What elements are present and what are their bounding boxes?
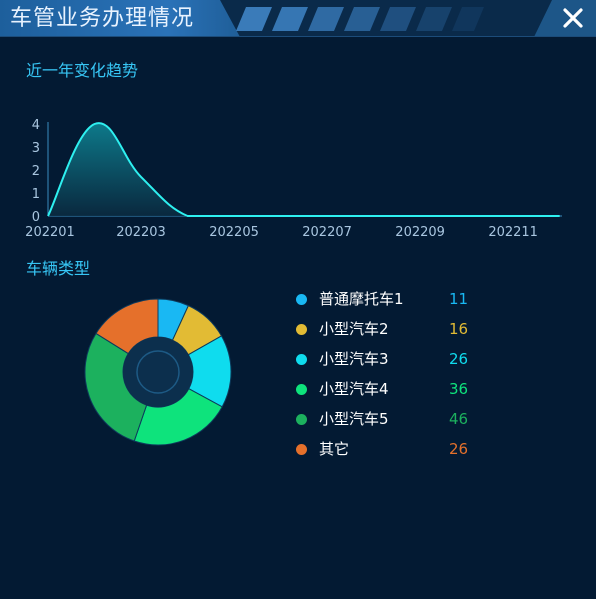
legend-swatch <box>296 324 307 335</box>
y-tick-label: 3 <box>32 141 40 156</box>
legend-swatch <box>296 414 307 425</box>
y-tick-label: 0 <box>32 210 40 225</box>
legend-item[interactable]: 小型汽车3 26 <box>296 349 496 379</box>
legend-label: 小型汽车5 <box>319 410 389 428</box>
legend-value: 46 <box>449 410 469 428</box>
legend-value: 26 <box>449 350 469 368</box>
trend-section-title: 近一年变化趋势 <box>26 61 139 80</box>
legend-value: 16 <box>449 320 469 338</box>
legend-label: 小型汽车4 <box>319 380 389 398</box>
trend-area <box>48 123 560 216</box>
x-tick-label: 202201 <box>25 225 75 240</box>
legend-item[interactable]: 其它 26 <box>296 439 496 469</box>
y-tick-label: 1 <box>32 187 40 202</box>
legend-label: 其它 <box>319 440 350 458</box>
panel-title: 车管业务办理情况 <box>10 6 195 31</box>
legend-value: 11 <box>449 290 469 308</box>
x-tick-label: 202209 <box>395 225 445 240</box>
business-panel: 车管业务办理情况 近一年变化趋势 0 1 2 3 4 202201 202203 202205… <box>0 0 596 599</box>
vehicle-type-legend: 普通摩托车1 11 小型汽车2 16 小型汽车3 26 小型汽车4 36 小型汽… <box>296 289 496 469</box>
legend-swatch <box>296 354 307 365</box>
y-tick-label: 4 <box>32 118 40 133</box>
y-tick-label: 2 <box>32 164 40 179</box>
legend-label: 小型汽车3 <box>319 350 389 368</box>
legend-item[interactable]: 小型汽车4 36 <box>296 379 496 409</box>
donut-hole <box>123 337 193 407</box>
close-icon[interactable] <box>558 3 588 33</box>
legend-label: 小型汽车2 <box>319 320 389 338</box>
legend-item[interactable]: 小型汽车5 46 <box>296 409 496 439</box>
vehicle-type-donut-chart <box>84 298 232 446</box>
x-tick-label: 202203 <box>116 225 166 240</box>
close-button[interactable] <box>534 0 596 37</box>
legend-label: 普通摩托车1 <box>319 290 404 308</box>
panel-header: 车管业务办理情况 <box>0 0 596 37</box>
legend-swatch <box>296 294 307 305</box>
x-tick-label: 202205 <box>209 225 259 240</box>
x-tick-label: 202207 <box>302 225 352 240</box>
legend-swatch <box>296 384 307 395</box>
stripes-decoration <box>236 7 484 31</box>
vehicle-type-section-title: 车辆类型 <box>26 259 91 278</box>
legend-item[interactable]: 小型汽车2 16 <box>296 319 496 349</box>
legend-swatch <box>296 444 307 455</box>
legend-value: 36 <box>449 380 469 398</box>
legend-item[interactable]: 普通摩托车1 11 <box>296 289 496 319</box>
x-tick-label: 202211 <box>488 225 538 240</box>
trend-chart: 0 1 2 3 4 202201 202203 202205 202207 202209 20221… <box>25 118 562 240</box>
header-divider <box>0 36 596 37</box>
legend-value: 26 <box>449 440 469 458</box>
